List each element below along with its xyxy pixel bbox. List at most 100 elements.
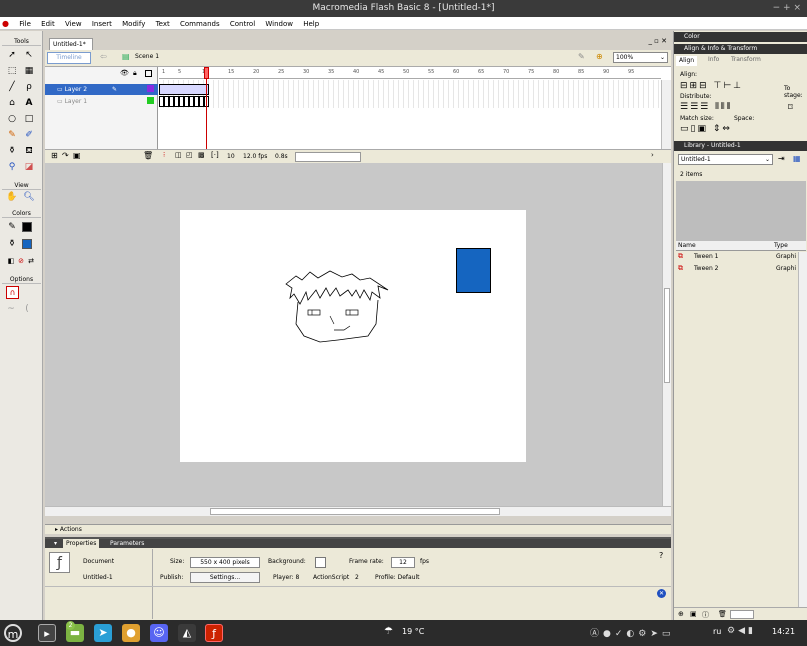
stage-vscroll[interactable] [662,163,671,506]
new-library-icon[interactable]: ▦ [793,154,801,163]
col-name[interactable]: Name [678,242,696,249]
library-select[interactable]: Untitled-1 ⌄ [678,154,773,165]
fill-transform-tool-icon[interactable]: ▦ [22,65,36,77]
menu-file[interactable]: File [19,18,31,31]
timeline-scroll-right-icon[interactable]: › [651,151,654,159]
hand-tool-icon[interactable]: ✋ [5,191,19,203]
add-layer-icon[interactable]: ⊞ [51,151,58,160]
layer-lock-header-icon[interactable]: 🔒︎ [133,69,137,78]
accessibility-icon[interactable]: ✕ [657,589,666,598]
menu-insert[interactable]: Insert [92,18,112,31]
smooth-icon[interactable]: ~ [4,303,18,315]
pin-library-icon[interactable]: ⇥ [778,154,785,163]
tab-transform[interactable]: Transform [731,56,761,63]
blue-rectangle-shape[interactable] [456,248,491,293]
library-panel-header[interactable]: Library - Untitled-1 [674,141,807,151]
match-buttons-icon[interactable]: ▭▯▣ ⇕⇔ [680,124,732,134]
pen-tool-icon[interactable]: ⌂ [5,97,19,109]
app-icon[interactable]: ● [2,17,9,30]
frame-ruler[interactable]: 1 5 10 15 20 25 30 35 40 45 50 55 60 65 … [159,67,661,79]
drawn-face-sketch[interactable] [280,268,400,348]
zoom-select[interactable]: 100% ⌄ [613,52,668,63]
delete-layer-icon[interactable]: 🗑︎ [143,151,153,160]
telegram-icon[interactable]: ➤ [94,624,112,642]
tab-properties[interactable]: Properties [63,539,100,548]
free-transform-tool-icon[interactable]: ⬚ [5,65,19,77]
edit-symbol-icon[interactable]: ⊕ [596,52,603,61]
edit-scene-icon[interactable]: ✎ [578,52,585,61]
back-arrow-icon[interactable]: ⇦ [100,52,107,61]
delete-icon[interactable]: 🗑︎ [718,610,727,618]
onion-markers-icon[interactable]: [·] [211,151,219,159]
eyedropper-tool-icon[interactable]: ⚲ [5,161,19,173]
paint-bucket-tool-icon[interactable]: ⛾ [22,145,36,157]
timeline-vscroll[interactable] [661,80,671,149]
doc-window-controls[interactable]: _ ▫ ✕ [648,37,667,45]
tab-parameters[interactable]: Parameters [107,539,147,548]
distribute-buttons-icon[interactable]: ☰☰☰ ⫴⫴⫴ [680,102,732,112]
rectangle-tool-icon[interactable]: □ [22,113,36,125]
ink-bottle-tool-icon[interactable]: ⚱ [5,145,19,157]
system-tray-icons[interactable]: ⚙◀▮ [727,626,756,636]
actions-panel-header[interactable]: ▸ Actions [45,524,671,534]
stroke-color-icon[interactable]: ✎ [5,221,19,233]
framerate-input[interactable]: 12 [391,557,415,568]
start-menu-icon[interactable]: m [4,624,22,642]
help-icon[interactable]: ? [659,551,663,560]
tab-info[interactable]: Info [708,56,719,63]
col-type[interactable]: Type [774,242,788,249]
terminal-icon[interactable]: ▸ [38,624,56,642]
tab-align[interactable]: Align [676,56,698,66]
fill-color-icon[interactable]: ⚱ [5,238,19,250]
timeline-hscroll[interactable] [295,152,361,162]
settings-button[interactable]: Settings... [190,572,260,583]
menu-commands[interactable]: Commands [180,18,220,31]
onion-skin-icon[interactable]: ◫ [175,151,182,159]
stage-hscroll[interactable] [45,506,671,516]
arrow-tool-icon[interactable]: ➚ [5,49,19,61]
zoom-tool-icon[interactable]: 🔍︎ [22,191,36,203]
pencil-tool-icon[interactable]: ✎ [5,129,19,141]
new-folder-icon[interactable]: ▣ [690,610,697,618]
collapse-icon[interactable]: ▾ [51,539,60,548]
menu-control[interactable]: Control [230,18,255,31]
straighten-icon[interactable]: ( [20,303,34,315]
weather-icon[interactable]: ☂ [384,626,393,637]
eraser-tool-icon[interactable]: ◪ [22,161,36,173]
stroke-color-swatch[interactable] [22,222,32,232]
discord-icon[interactable]: ☺ [150,624,168,642]
layer-1-row[interactable]: ▭ Layer 1 [57,96,157,107]
menu-view[interactable]: View [65,18,82,31]
color-panel-header[interactable]: Color [674,32,807,42]
menu-help[interactable]: Help [303,18,319,31]
document-tab[interactable]: Untitled-1* [49,38,93,50]
menu-edit[interactable]: Edit [41,18,55,31]
timeline-toggle-button[interactable]: Timeline [47,52,91,64]
line-tool-icon[interactable]: ╱ [5,81,19,93]
keyboard-layout[interactable]: ru [713,627,721,636]
layer-visibility-header-icon[interactable]: 👁︎ [120,69,129,77]
inkscape-icon[interactable]: ◭ [178,624,196,642]
size-button[interactable]: 550 x 400 pixels [190,557,260,568]
onion-outline-icon[interactable]: ◰ [186,151,193,159]
layer-outline-header-icon[interactable] [145,70,152,77]
add-guide-layer-icon[interactable]: ↷ [62,151,69,160]
align-buttons-icon[interactable]: ⊟⊞⊟ ⊤⊢⊥ [680,81,743,91]
subselect-tool-icon[interactable]: ↖ [22,49,36,61]
tween-span-layer2[interactable] [159,84,209,95]
edit-multiple-icon[interactable]: ▩ [198,151,205,159]
library-item[interactable]: ⧉ Tween 2 Graphi [676,264,796,275]
swap-colors-icon[interactable]: ⇄ [24,255,38,267]
properties-icon[interactable]: ⓘ [702,610,709,620]
add-folder-icon[interactable]: ▣ [73,151,81,160]
clock[interactable]: 14:21 [772,627,795,636]
library-hscroll[interactable] [730,610,754,619]
center-frame-icon[interactable]: ⁝ [163,151,165,159]
menu-modify[interactable]: Modify [122,18,145,31]
new-symbol-icon[interactable]: ⊕ [678,610,684,618]
frames-span-layer1[interactable] [159,96,209,107]
to-stage-icon[interactable]: ⌑ [788,103,793,113]
align-panel-header[interactable]: Align & Info & Transform [674,44,807,54]
menu-text[interactable]: Text [156,18,170,31]
lasso-tool-icon[interactable]: ρ [22,81,36,93]
